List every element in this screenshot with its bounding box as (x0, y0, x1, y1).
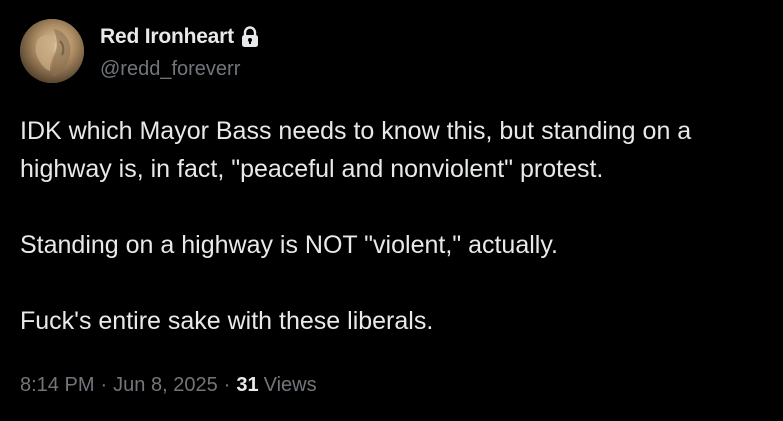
profile-avatar-image (20, 19, 84, 83)
views-count[interactable]: 31 (236, 374, 258, 397)
author-handle[interactable]: @redd_foreverr (100, 58, 240, 81)
post-paragraph: Standing on a highway is NOT "violent," … (20, 231, 558, 259)
avatar[interactable] (20, 19, 84, 83)
lock-icon (240, 26, 260, 48)
views-label[interactable]: Views (264, 374, 317, 397)
author-name-row: Red Ironheart (100, 24, 260, 50)
meta-separator: · (100, 374, 108, 396)
post-meta: 8:14 PM · Jun 8, 2025 · 31 Views (20, 374, 317, 397)
post-date[interactable]: Jun 8, 2025 (113, 374, 218, 397)
post-time[interactable]: 8:14 PM (20, 374, 94, 397)
post-text: IDK which Mayor Bass needs to know this,… (20, 112, 780, 340)
meta-separator: · (223, 374, 231, 396)
post-paragraph: Fuck's entire sake with these liberals. (20, 307, 434, 335)
post-paragraph: IDK which Mayor Bass needs to know this,… (20, 117, 692, 183)
post-card: Red Ironheart @redd_foreverr IDK which M… (0, 0, 783, 421)
author-display-name[interactable]: Red Ironheart (100, 25, 234, 49)
